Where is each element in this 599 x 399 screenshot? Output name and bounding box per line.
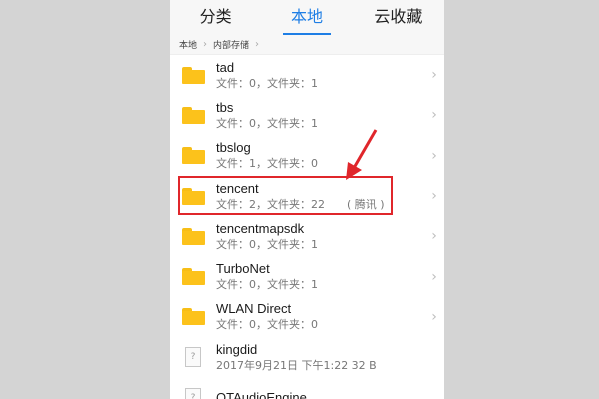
item-name: tbslog xyxy=(216,140,251,156)
chevron-right-icon: › xyxy=(255,38,260,50)
tab-local[interactable]: 本地 xyxy=(261,2,352,35)
tab-cloud-favorites[interactable]: 云收藏 xyxy=(353,2,444,32)
list-item-tad[interactable]: tad 文件：0，文件夹：1 › xyxy=(170,55,444,95)
item-name: QTAudioEngine xyxy=(216,389,307,399)
list-item-wlan-direct[interactable]: WLAN Direct 文件：0，文件夹：0 › xyxy=(170,297,444,337)
folder-icon xyxy=(181,308,205,326)
breadcrumb-local[interactable]: 本地 xyxy=(179,38,197,51)
folder-icon xyxy=(181,106,205,124)
list-item-qtaudioengine[interactable]: ? QTAudioEngine xyxy=(170,377,444,399)
chevron-right-icon: › xyxy=(431,67,437,84)
folder-icon xyxy=(181,268,205,286)
breadcrumb-internal-storage[interactable]: 内部存储 xyxy=(213,38,249,51)
list-item-tbslog[interactable]: tbslog 文件：1，文件夹：0 › xyxy=(170,136,444,176)
item-name: TurboNet xyxy=(216,261,270,277)
background-left xyxy=(0,0,170,399)
chevron-right-icon: › xyxy=(431,268,437,285)
list-item-tencentmapsdk[interactable]: tencentmapsdk 文件：0，文件夹：1 › xyxy=(170,216,444,256)
item-meta: 文件：0，文件夹：1 xyxy=(216,278,318,292)
folder-icon xyxy=(181,66,205,84)
pointer-arrow-icon xyxy=(346,129,378,180)
chevron-right-icon: › xyxy=(431,308,437,325)
background-right xyxy=(444,0,599,399)
unknown-file-icon: ? xyxy=(185,387,201,399)
chevron-right-icon: › xyxy=(203,38,208,50)
item-name: WLAN Direct xyxy=(216,301,292,317)
folder-icon xyxy=(181,227,205,245)
breadcrumb: 本地 › 内部存储 › xyxy=(170,34,444,55)
item-meta: 文件：0，文件夹：1 xyxy=(216,237,318,251)
item-name: tencentmapsdk xyxy=(216,220,305,236)
file-list: tad 文件：0，文件夹：1 › tbs 文件：0，文件夹：1 › tbslog… xyxy=(170,55,444,399)
chevron-right-icon: › xyxy=(431,147,437,164)
list-item-kingdid[interactable]: ? kingdid 2017年9月21日 下午1:22 32 B xyxy=(170,337,444,377)
item-meta: 2017年9月21日 下午1:22 32 B xyxy=(216,358,377,372)
item-meta: 文件：1，文件夹：0 xyxy=(216,157,318,171)
item-name: tbs xyxy=(216,99,234,115)
list-item-tbs[interactable]: tbs 文件：0，文件夹：1 › xyxy=(170,95,444,135)
tab-bar: 分类 本地 云收藏 xyxy=(170,0,444,35)
item-meta: 文件：0，文件夹：1 xyxy=(216,116,318,130)
tab-category[interactable]: 分类 xyxy=(170,2,261,32)
chevron-right-icon: › xyxy=(431,228,437,245)
item-name: kingdid xyxy=(216,341,258,357)
item-meta: 文件：0，文件夹：0 xyxy=(216,318,318,332)
chevron-right-icon: › xyxy=(431,188,437,205)
item-name: tad xyxy=(216,59,235,75)
chevron-right-icon: › xyxy=(431,107,437,124)
item-meta: 文件：0，文件夹：1 xyxy=(216,76,318,90)
unknown-file-icon: ? xyxy=(185,347,201,368)
list-item-turbonet[interactable]: TurboNet 文件：0，文件夹：1 › xyxy=(170,256,444,296)
folder-icon xyxy=(181,147,205,165)
